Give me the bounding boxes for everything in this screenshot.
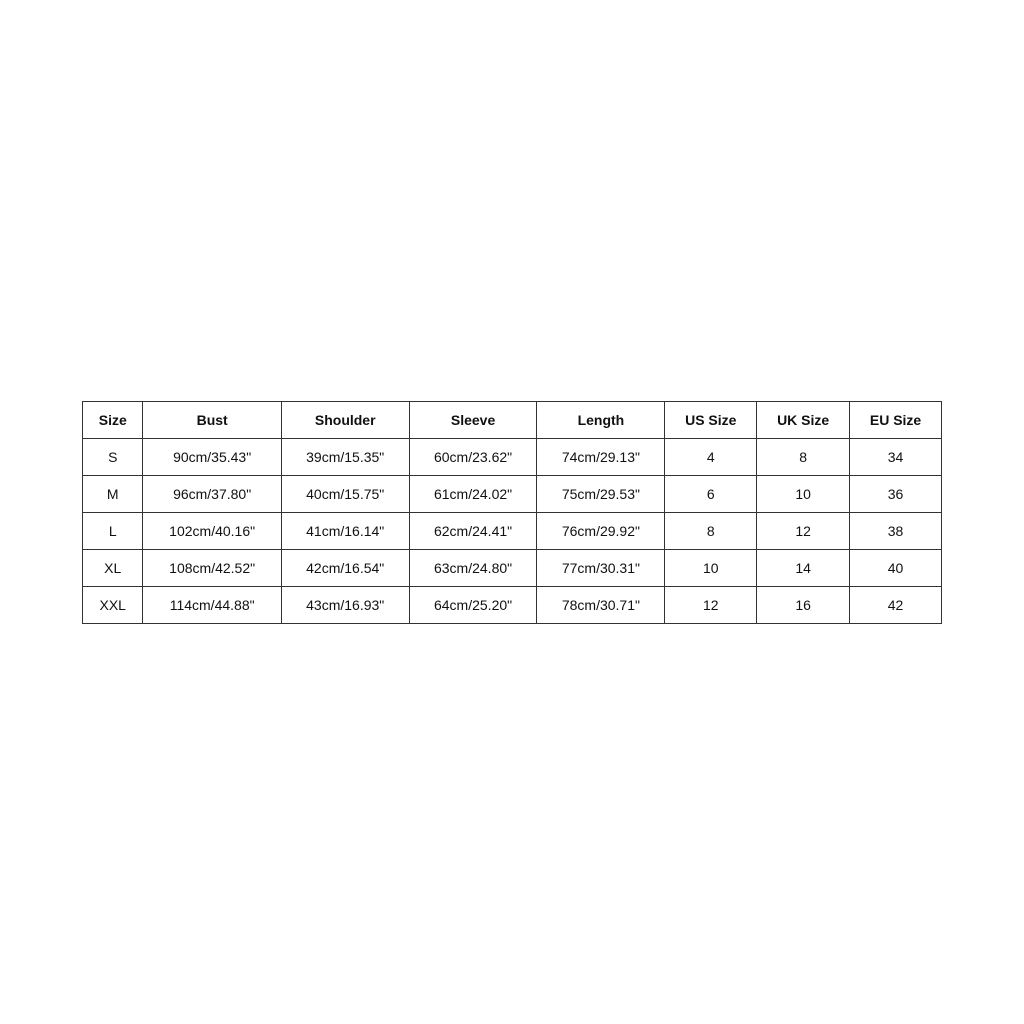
cell-uk-size: 12	[757, 512, 850, 549]
cell-bust: 114cm/44.88"	[143, 586, 281, 623]
cell-bust: 102cm/40.16"	[143, 512, 281, 549]
header-us-size: US Size	[665, 401, 757, 438]
cell-size: XXL	[83, 586, 143, 623]
header-bust: Bust	[143, 401, 281, 438]
header-sleeve: Sleeve	[409, 401, 537, 438]
header-eu-size: EU Size	[850, 401, 942, 438]
cell-uk-size: 10	[757, 475, 850, 512]
cell-uk-size: 14	[757, 549, 850, 586]
cell-sleeve: 60cm/23.62"	[409, 438, 537, 475]
cell-eu-size: 42	[850, 586, 942, 623]
cell-length: 75cm/29.53"	[537, 475, 665, 512]
cell-size: L	[83, 512, 143, 549]
header-uk-size: UK Size	[757, 401, 850, 438]
cell-size: XL	[83, 549, 143, 586]
cell-eu-size: 38	[850, 512, 942, 549]
cell-sleeve: 64cm/25.20"	[409, 586, 537, 623]
cell-uk-size: 8	[757, 438, 850, 475]
cell-bust: 108cm/42.52"	[143, 549, 281, 586]
header-shoulder: Shoulder	[281, 401, 409, 438]
cell-bust: 96cm/37.80"	[143, 475, 281, 512]
cell-us-size: 12	[665, 586, 757, 623]
size-chart-container: Size Bust Shoulder Sleeve Length US Size…	[82, 401, 942, 624]
cell-us-size: 8	[665, 512, 757, 549]
table-row: M96cm/37.80"40cm/15.75"61cm/24.02"75cm/2…	[83, 475, 942, 512]
cell-length: 77cm/30.31"	[537, 549, 665, 586]
cell-us-size: 6	[665, 475, 757, 512]
cell-sleeve: 63cm/24.80"	[409, 549, 537, 586]
cell-shoulder: 41cm/16.14"	[281, 512, 409, 549]
table-header-row: Size Bust Shoulder Sleeve Length US Size…	[83, 401, 942, 438]
header-length: Length	[537, 401, 665, 438]
cell-sleeve: 62cm/24.41"	[409, 512, 537, 549]
cell-eu-size: 36	[850, 475, 942, 512]
size-chart-table: Size Bust Shoulder Sleeve Length US Size…	[82, 401, 942, 624]
cell-us-size: 10	[665, 549, 757, 586]
header-size: Size	[83, 401, 143, 438]
cell-shoulder: 43cm/16.93"	[281, 586, 409, 623]
table-row: L102cm/40.16"41cm/16.14"62cm/24.41"76cm/…	[83, 512, 942, 549]
cell-shoulder: 40cm/15.75"	[281, 475, 409, 512]
cell-shoulder: 42cm/16.54"	[281, 549, 409, 586]
cell-eu-size: 40	[850, 549, 942, 586]
cell-size: S	[83, 438, 143, 475]
cell-shoulder: 39cm/15.35"	[281, 438, 409, 475]
cell-bust: 90cm/35.43"	[143, 438, 281, 475]
cell-size: M	[83, 475, 143, 512]
cell-length: 76cm/29.92"	[537, 512, 665, 549]
table-row: XL108cm/42.52"42cm/16.54"63cm/24.80"77cm…	[83, 549, 942, 586]
cell-eu-size: 34	[850, 438, 942, 475]
cell-uk-size: 16	[757, 586, 850, 623]
cell-us-size: 4	[665, 438, 757, 475]
cell-length: 78cm/30.71"	[537, 586, 665, 623]
cell-length: 74cm/29.13"	[537, 438, 665, 475]
cell-sleeve: 61cm/24.02"	[409, 475, 537, 512]
table-row: S90cm/35.43"39cm/15.35"60cm/23.62"74cm/2…	[83, 438, 942, 475]
table-row: XXL114cm/44.88"43cm/16.93"64cm/25.20"78c…	[83, 586, 942, 623]
